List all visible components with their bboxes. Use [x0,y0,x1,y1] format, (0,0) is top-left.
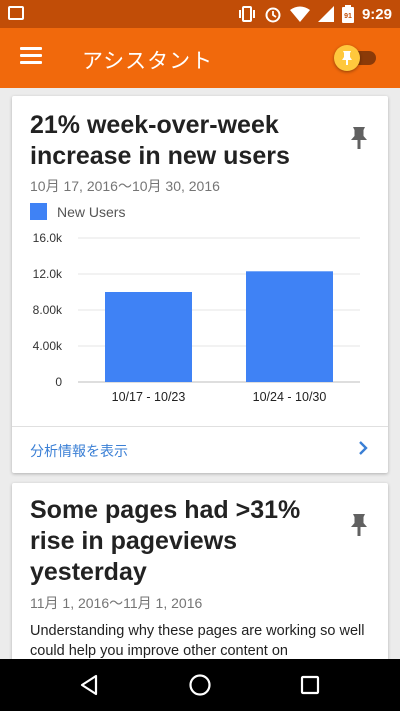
pin-toggle-icon [334,45,360,71]
clock: 9:29 [361,5,392,23]
card-title: Some pages had >31% rise in pageviews ye… [30,496,301,586]
battery-icon: 91 [341,5,354,23]
status-icons: 91 9:29 [238,4,392,24]
date-range: 10月 17, 2016～10月 30, 2016 [30,178,220,194]
y-tick-label: 0 [55,375,62,389]
chart-legend: New Users [30,203,125,220]
battery-level: 91 [344,13,352,20]
bar [246,271,333,382]
x-tick-label: 10/17 - 10/23 [112,390,186,404]
y-tick-label: 8.00k [33,303,63,317]
vibrate-icon [238,6,255,22]
status-bar: 91 9:29 [0,0,400,28]
chevron-right-icon [359,441,368,455]
legend-swatch [30,203,47,220]
system-nav-bar [0,659,400,711]
signal-icon [317,6,334,22]
card-description: Understanding why these pages are workin… [30,623,365,659]
recents-icon[interactable] [296,671,324,699]
insight-card: Some pages had >31% rise in pageviews ye… [12,483,388,683]
insight-card: 21% week-over-week increase in new users… [12,96,388,473]
y-tick-label: 16.0k [33,231,63,245]
hamburger-menu-icon[interactable] [20,47,42,67]
date-range: 11月 1, 2016～11月 1, 2016 [30,595,203,611]
image-notification-icon [8,6,24,20]
wifi-icon [289,6,310,22]
app-title: アシスタント [82,50,214,73]
view-insights-link[interactable]: 分析情報を表示 [12,427,388,473]
home-icon[interactable] [186,671,214,699]
bar-chart-svg: 0 4.00k 8.00k 12.0k 16.0k 10/17 - 10/23 10/24 … [33,231,360,404]
legend-label: New Users [57,203,126,220]
alarm-icon [265,7,281,23]
view-insights-label: 分析情報を表示 [30,443,128,459]
back-icon[interactable] [76,671,104,699]
bar [105,292,192,382]
pin-toggle[interactable] [334,45,378,71]
pin-icon[interactable] [350,126,368,150]
app-bar: アシスタント [0,28,400,88]
y-tick-label: 12.0k [33,267,63,281]
bar-chart: 0 4.00k 8.00k 12.0k 16.0k 10/17 - 10/23 10/24 … [12,226,388,416]
y-tick-label: 4.00k [33,339,63,353]
pin-icon[interactable] [350,513,368,537]
card-title: 21% week-over-week increase in new users [30,111,290,170]
x-tick-label: 10/24 - 10/30 [253,390,327,404]
